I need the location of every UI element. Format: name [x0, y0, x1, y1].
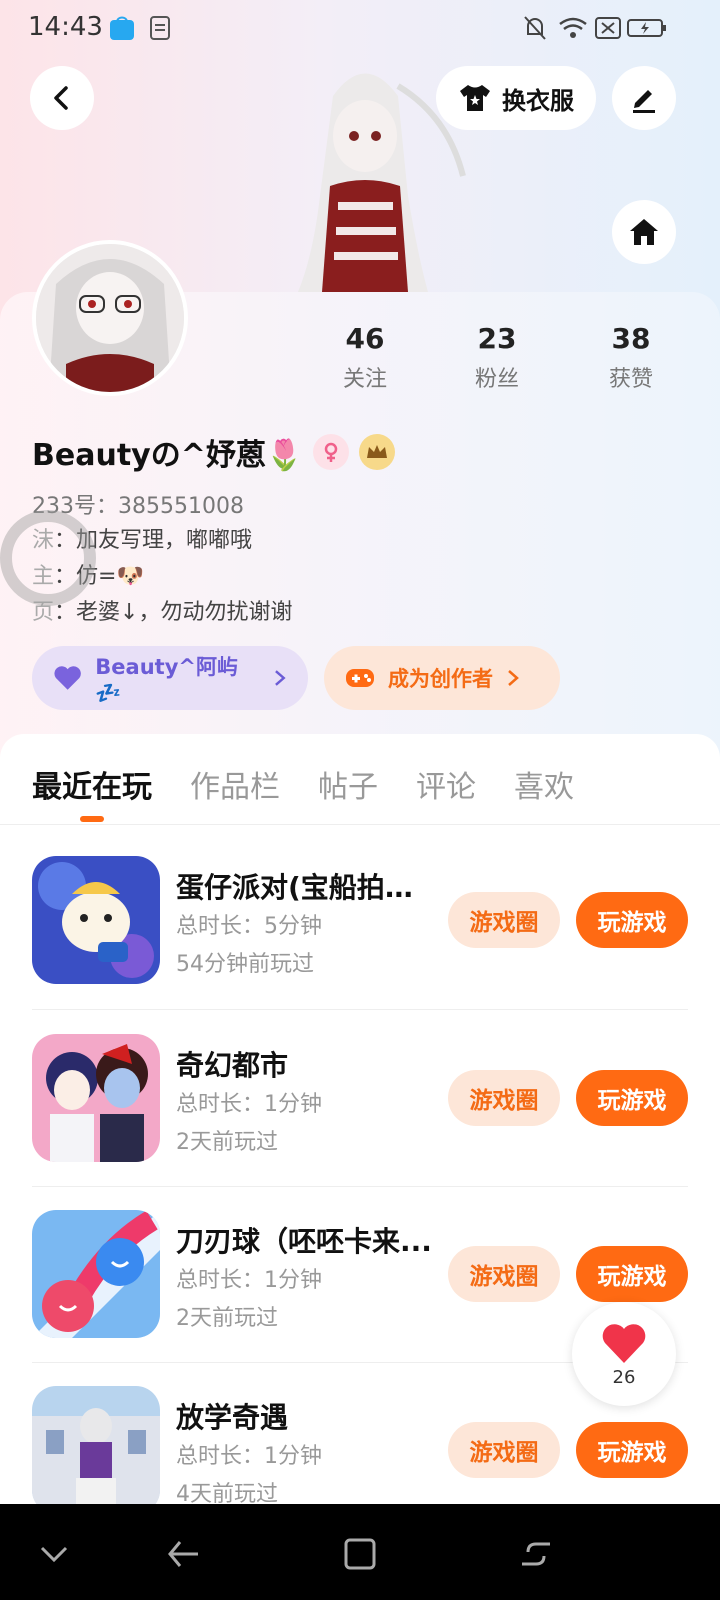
stat-following[interactable]: 46 关注: [310, 322, 420, 393]
chevron-down-icon[interactable]: [34, 1534, 74, 1574]
username-row: Beautyの^妤蒽🌷: [32, 430, 396, 474]
like-button[interactable]: 26: [572, 1302, 676, 1406]
play-game-button[interactable]: 玩游戏: [576, 1422, 688, 1478]
stat-following-label: 关注: [342, 367, 387, 392]
crown-badge-icon[interactable]: [359, 434, 396, 470]
become-creator-chip[interactable]: 成为创作者: [324, 646, 560, 710]
game-thumbnail[interactable]: [32, 1034, 160, 1162]
couple-chip-label: Beauty^阿屿💤: [95, 654, 238, 705]
become-creator-label: 成为创作者: [388, 667, 493, 691]
back-arrow-icon[interactable]: [164, 1534, 204, 1574]
divider: [32, 1009, 688, 1010]
status-time: 14:43: [28, 12, 103, 42]
stat-likes[interactable]: 38 获赞: [576, 322, 686, 393]
home-square-icon[interactable]: [340, 1534, 380, 1574]
pen-icon: [633, 90, 655, 113]
game-title: 放学奇遇: [176, 1401, 289, 1434]
game-circle-button[interactable]: 游戏圈: [448, 1070, 560, 1126]
gender-female-icon: [313, 434, 350, 470]
chevron-right-icon: [508, 670, 519, 686]
tab-comments[interactable]: 评论: [416, 762, 476, 806]
tab-indicator: [80, 816, 104, 822]
username: Beautyの^妤蒽🌷: [32, 438, 304, 473]
heart-icon: [602, 1323, 646, 1363]
game-duration: 总时长：1分钟: [176, 1092, 322, 1117]
gamepad-icon: [346, 669, 374, 687]
home-icon: [630, 219, 658, 245]
game-title: 奇幻都市: [176, 1049, 289, 1082]
game-thumbnail[interactable]: [32, 1210, 160, 1338]
tab-bar: 最近在玩 作品栏 帖子 评论 喜欢: [0, 734, 720, 825]
play-game-button[interactable]: 玩游戏: [576, 892, 688, 948]
game-duration: 总时长：5分钟: [176, 914, 322, 939]
chevron-left-icon: [54, 86, 68, 110]
avatar-image: [36, 244, 184, 392]
like-count: 26: [612, 1366, 636, 1388]
game-circle-button[interactable]: 游戏圈: [448, 892, 560, 948]
divider: [32, 1186, 688, 1187]
game-circle-button[interactable]: 游戏圈: [448, 1246, 560, 1302]
status-bar: 14:43: [0, 0, 720, 56]
edit-profile-button[interactable]: [612, 66, 676, 130]
no-sim-icon: [595, 17, 621, 39]
app-store-icon: [110, 16, 134, 40]
game-thumbnail[interactable]: [32, 856, 160, 984]
recent-apps-icon[interactable]: [516, 1534, 556, 1574]
touch-indicator: [0, 510, 96, 606]
game-last-played: 2天前玩过: [176, 1306, 278, 1331]
heart-icon: [54, 666, 81, 690]
wifi-icon: [559, 17, 587, 38]
game-thumbnail[interactable]: [32, 1386, 160, 1514]
system-nav-bar: [0, 1504, 720, 1600]
change-clothes-label: 换衣服: [502, 86, 574, 115]
play-game-button[interactable]: 玩游戏: [576, 1070, 688, 1126]
game-title: 蛋仔派对(宝船拍卖...: [176, 871, 436, 904]
document-icon: [150, 16, 170, 40]
play-game-button[interactable]: 玩游戏: [576, 1246, 688, 1302]
home-button[interactable]: [612, 200, 676, 264]
stat-likes-label: 获赞: [608, 367, 653, 392]
game-row[interactable]: 奇幻都市 总时长：1分钟 2天前玩过 游戏圈 玩游戏: [32, 1012, 688, 1182]
chevron-right-icon: [275, 670, 286, 686]
game-duration: 总时长：1分钟: [176, 1268, 322, 1293]
game-duration: 总时长：1分钟: [176, 1444, 322, 1469]
stat-followers[interactable]: 23 粉丝: [442, 322, 552, 393]
mute-bell-icon: [524, 16, 546, 40]
game-title: 刀刃球（呸呸卡来...: [176, 1225, 432, 1258]
game-row[interactable]: 蛋仔派对(宝船拍卖... 总时长：5分钟 54分钟前玩过 游戏圈 玩游戏: [32, 834, 688, 1004]
tab-likes[interactable]: 喜欢: [514, 762, 574, 806]
game-last-played: 2天前玩过: [176, 1130, 278, 1155]
tab-posts[interactable]: 帖子: [318, 762, 378, 806]
battery-icon: [627, 19, 666, 37]
avatar[interactable]: [32, 240, 188, 396]
game-circle-button[interactable]: 游戏圈: [448, 1422, 560, 1478]
tab-works[interactable]: 作品栏: [190, 762, 280, 806]
back-button[interactable]: [30, 66, 94, 130]
stat-followers-label: 粉丝: [474, 367, 519, 392]
shirt-icon: [460, 85, 490, 111]
bio-text: ：老婆↓，勿动勿扰谢谢: [54, 600, 293, 625]
game-last-played: 54分钟前玩过: [176, 952, 314, 977]
tab-recently-played[interactable]: 最近在玩: [32, 762, 152, 806]
couple-chip[interactable]: Beauty^阿屿💤: [32, 646, 308, 710]
stat-followers-value: 23: [477, 322, 517, 355]
change-clothes-button[interactable]: 换衣服: [436, 66, 596, 130]
stat-likes-value: 38: [611, 322, 651, 355]
stat-following-value: 46: [345, 322, 385, 355]
